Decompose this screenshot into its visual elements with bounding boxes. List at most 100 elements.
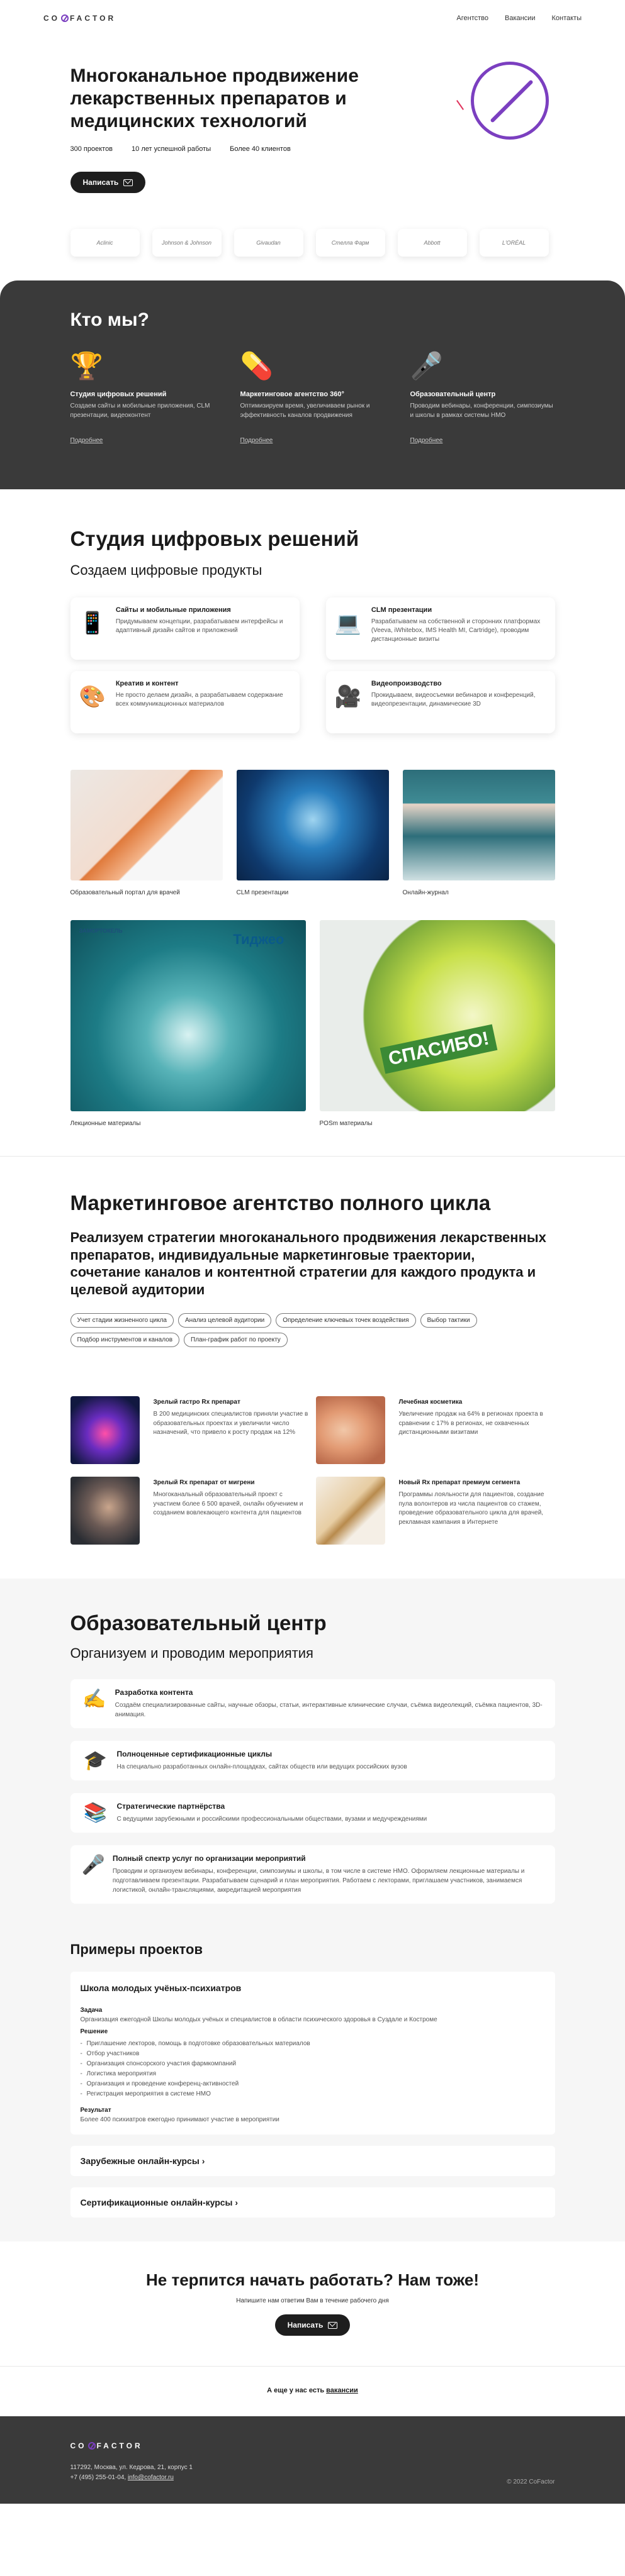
case-image — [70, 1396, 140, 1464]
portfolio-caption: POSm материалы — [319, 1120, 373, 1127]
case-card: Зрелый Rx препарат от мигрени Многоканаль… — [70, 1477, 310, 1545]
vacancies-link[interactable]: вакансии — [326, 2387, 358, 2394]
portfolio-caption: Образовательный портал для врачей — [70, 889, 180, 896]
project-solution-label: Решение — [80, 2028, 108, 2035]
case-text: Увеличение продаж на 64% в регионах прое… — [398, 1411, 543, 1436]
cases-grid: Зрелый гастро Rx препарат В 200 медицинск… — [70, 1396, 555, 1545]
list-item: Отбор участников — [81, 2049, 545, 2059]
portfolio-image — [236, 770, 389, 880]
case-title: Лечебная косметика — [398, 1399, 463, 1406]
books-icon: 📚 — [83, 1802, 108, 1823]
client-logos: Aclinic Johnson & Johnson Givaudan Стелл… — [70, 229, 555, 257]
who-more-link[interactable]: Подробнее — [240, 437, 273, 444]
cta-section: Не терпится начать работать? Нам тоже! Н… — [70, 2241, 555, 2336]
nav-contacts[interactable]: Контакты — [551, 14, 582, 22]
service-card[interactable]: 💻 CLM презентации Разрабатываем на собств… — [326, 597, 555, 660]
who-item-text: Проводим вебинары, конференции, симпозиу… — [410, 402, 553, 419]
edu-item-title: Полный спектр услуг по организации мероп… — [112, 1854, 306, 1863]
portfolio-item[interactable]: Образовательный портал для врачей — [70, 770, 223, 896]
who-item: 🎤 Образовательный центр Проводим вебинар… — [410, 348, 555, 444]
footer-copyright: © 2022 CoFactor — [507, 2479, 555, 2485]
who-section: Кто мы? 🏆 Студия цифровых решений Создае… — [0, 280, 625, 489]
cta-title: Не терпится начать работать? Нам тоже! — [146, 2270, 479, 2289]
portfolio-item[interactable]: Онлайн-журнал — [402, 770, 555, 896]
mail-icon — [328, 2321, 338, 2329]
portfolio-row: Образовательный портал для врачей CLM пр… — [70, 770, 555, 896]
edu-item: 🎓 Полноценные сертификационные циклы На с… — [70, 1741, 555, 1780]
list-item: Регистрация мероприятия в системе НМО — [81, 2089, 545, 2099]
edu-list: ✍ Разработка контента Создаём специализир… — [70, 1679, 555, 1904]
case-title: Новый Rx препарат премиум сегмента — [398, 1479, 521, 1486]
accordion-item[interactable]: Сертификационные онлайн-курсы › — [70, 2187, 555, 2218]
who-item: 💊 Маркетинговое агентство 360° Оптимизир… — [240, 348, 385, 444]
portfolio-item[interactable]: CLM презентации — [236, 770, 389, 896]
service-title: Сайты и мобильные приложения — [115, 606, 231, 614]
service-text: Разрабатываем на собственной и сторонних… — [371, 618, 541, 643]
phone-icon: 📱 — [79, 611, 106, 635]
service-card[interactable]: 📱 Сайты и мобильные приложения Придумывае… — [70, 597, 300, 660]
writing-hand-icon: ✍ — [82, 1689, 106, 1709]
camera-icon: 🎥 — [334, 685, 361, 709]
hero-write-label: Написать — [82, 178, 119, 187]
portfolio-caption: CLM презентации — [236, 889, 289, 896]
tag-list: Учет стадии жизненного цикла Анализ целе… — [70, 1313, 536, 1347]
project-result-label: Результат — [80, 2107, 111, 2114]
footer-logo[interactable]: CO FACTOR — [70, 2441, 555, 2450]
footer-address: 117292, Москва, ул. Кедрова, 21, корпус … — [70, 2464, 193, 2471]
pill-icon: 💊 — [240, 351, 273, 380]
client-logo: Стелла Фарм — [315, 229, 385, 257]
top-nav: Агентство Вакансии Контакты — [456, 14, 582, 22]
project-result: Более 400 психиатров ежегодно принимают … — [80, 2116, 279, 2123]
footer-phone: +7 (495) 255-01-04, — [70, 2474, 128, 2481]
portfolio-item[interactable]: СПАСИБО! POSm материалы — [319, 920, 555, 1127]
project-title: Школа молодых учёных-психиатров — [80, 1983, 242, 1993]
hero-title: Многоканальное продвижение лекарственных… — [70, 65, 359, 131]
who-more-link[interactable]: Подробнее — [410, 437, 443, 444]
chevron-right-icon: › — [201, 2156, 205, 2166]
nav-vacancies[interactable]: Вакансии — [505, 14, 536, 22]
site-header: CO FACTOR Агентство Вакансии Контакты — [43, 0, 582, 36]
studio-title: Студия цифровых решений — [70, 527, 359, 550]
tag: План-график работ по проекту — [184, 1333, 288, 1347]
tag: Подбор инструментов и каналов — [70, 1333, 180, 1347]
portfolio-image: ЗАМОРТОКЕЛЬ Тиджео — [70, 920, 306, 1111]
service-card[interactable]: 🎥 Видеопроизводство Прокидываем, видеосъе… — [326, 671, 555, 733]
stat-years: 10 лет успешной работы — [132, 145, 211, 153]
portfolio-overlay-text: ЗАМОРТОКЕЛЬ — [79, 928, 123, 934]
service-text: Придумываем концепции, разрабатываем инт… — [115, 618, 283, 634]
trophy-icon: 🏆 — [70, 351, 103, 380]
who-item-title: Образовательный центр — [410, 391, 496, 398]
hero-stats: 300 проектов 10 лет успешной работы Боле… — [70, 145, 555, 153]
portfolio-image: СПАСИБО! — [319, 920, 555, 1111]
service-card[interactable]: 🎨 Креатив и контент Не просто делаем диза… — [70, 671, 300, 733]
list-item: Логистика мероприятия — [81, 2069, 545, 2079]
hero-write-button[interactable]: Написать — [70, 172, 146, 193]
portfolio-caption: Лекционные материалы — [70, 1120, 141, 1127]
logo[interactable]: CO FACTOR — [43, 14, 116, 23]
case-image — [315, 1477, 385, 1545]
edu-subtitle: Организуем и проводим мероприятия — [70, 1645, 313, 1661]
accordion-item[interactable]: Зарубежные онлайн-курсы › — [70, 2146, 555, 2176]
portfolio-image — [402, 770, 555, 880]
who-item-text: Создаем сайты и мобильные приложения, CL… — [70, 402, 210, 419]
palette-icon: 🎨 — [79, 685, 106, 709]
cta-write-button[interactable]: Написать — [274, 2314, 351, 2336]
nav-agency[interactable]: Агентство — [456, 14, 488, 22]
project-task: Организация ежегодной Школы молодых учён… — [80, 2016, 437, 2023]
stat-clients: Более 40 клиентов — [230, 145, 291, 153]
case-text: Программы лояльности для пациентов, созд… — [398, 1491, 544, 1526]
footer-info: 117292, Москва, ул. Кедрова, 21, корпус … — [70, 2463, 555, 2483]
who-more-link[interactable]: Подробнее — [70, 437, 103, 444]
vacancies-prefix: А еще у нас есть — [267, 2387, 327, 2394]
edu-item-text: С ведущими зарубежными и российскими про… — [116, 1816, 427, 1823]
client-logo: Johnson & Johnson — [152, 229, 222, 257]
portfolio-item[interactable]: ЗАМОРТОКЕЛЬ Тиджео Лекционные материалы — [70, 920, 306, 1127]
case-card: Лечебная косметика Увеличение продаж на 6… — [315, 1396, 555, 1464]
studio-subtitle: Создаем цифровые продукты — [70, 562, 262, 578]
edu-item-title: Стратегические партнёрства — [116, 1802, 225, 1811]
edu-item: 📚 Стратегические партнёрства С ведущими з… — [70, 1793, 555, 1833]
client-logo: Abbott — [397, 229, 467, 257]
footer-email[interactable]: info@cofactor.ru — [128, 2474, 174, 2481]
marketing-title: Маркетинговое агентство полного цикла — [70, 1191, 491, 1214]
project-card: Школа молодых учёных-психиатров Задача О… — [70, 1972, 555, 2135]
